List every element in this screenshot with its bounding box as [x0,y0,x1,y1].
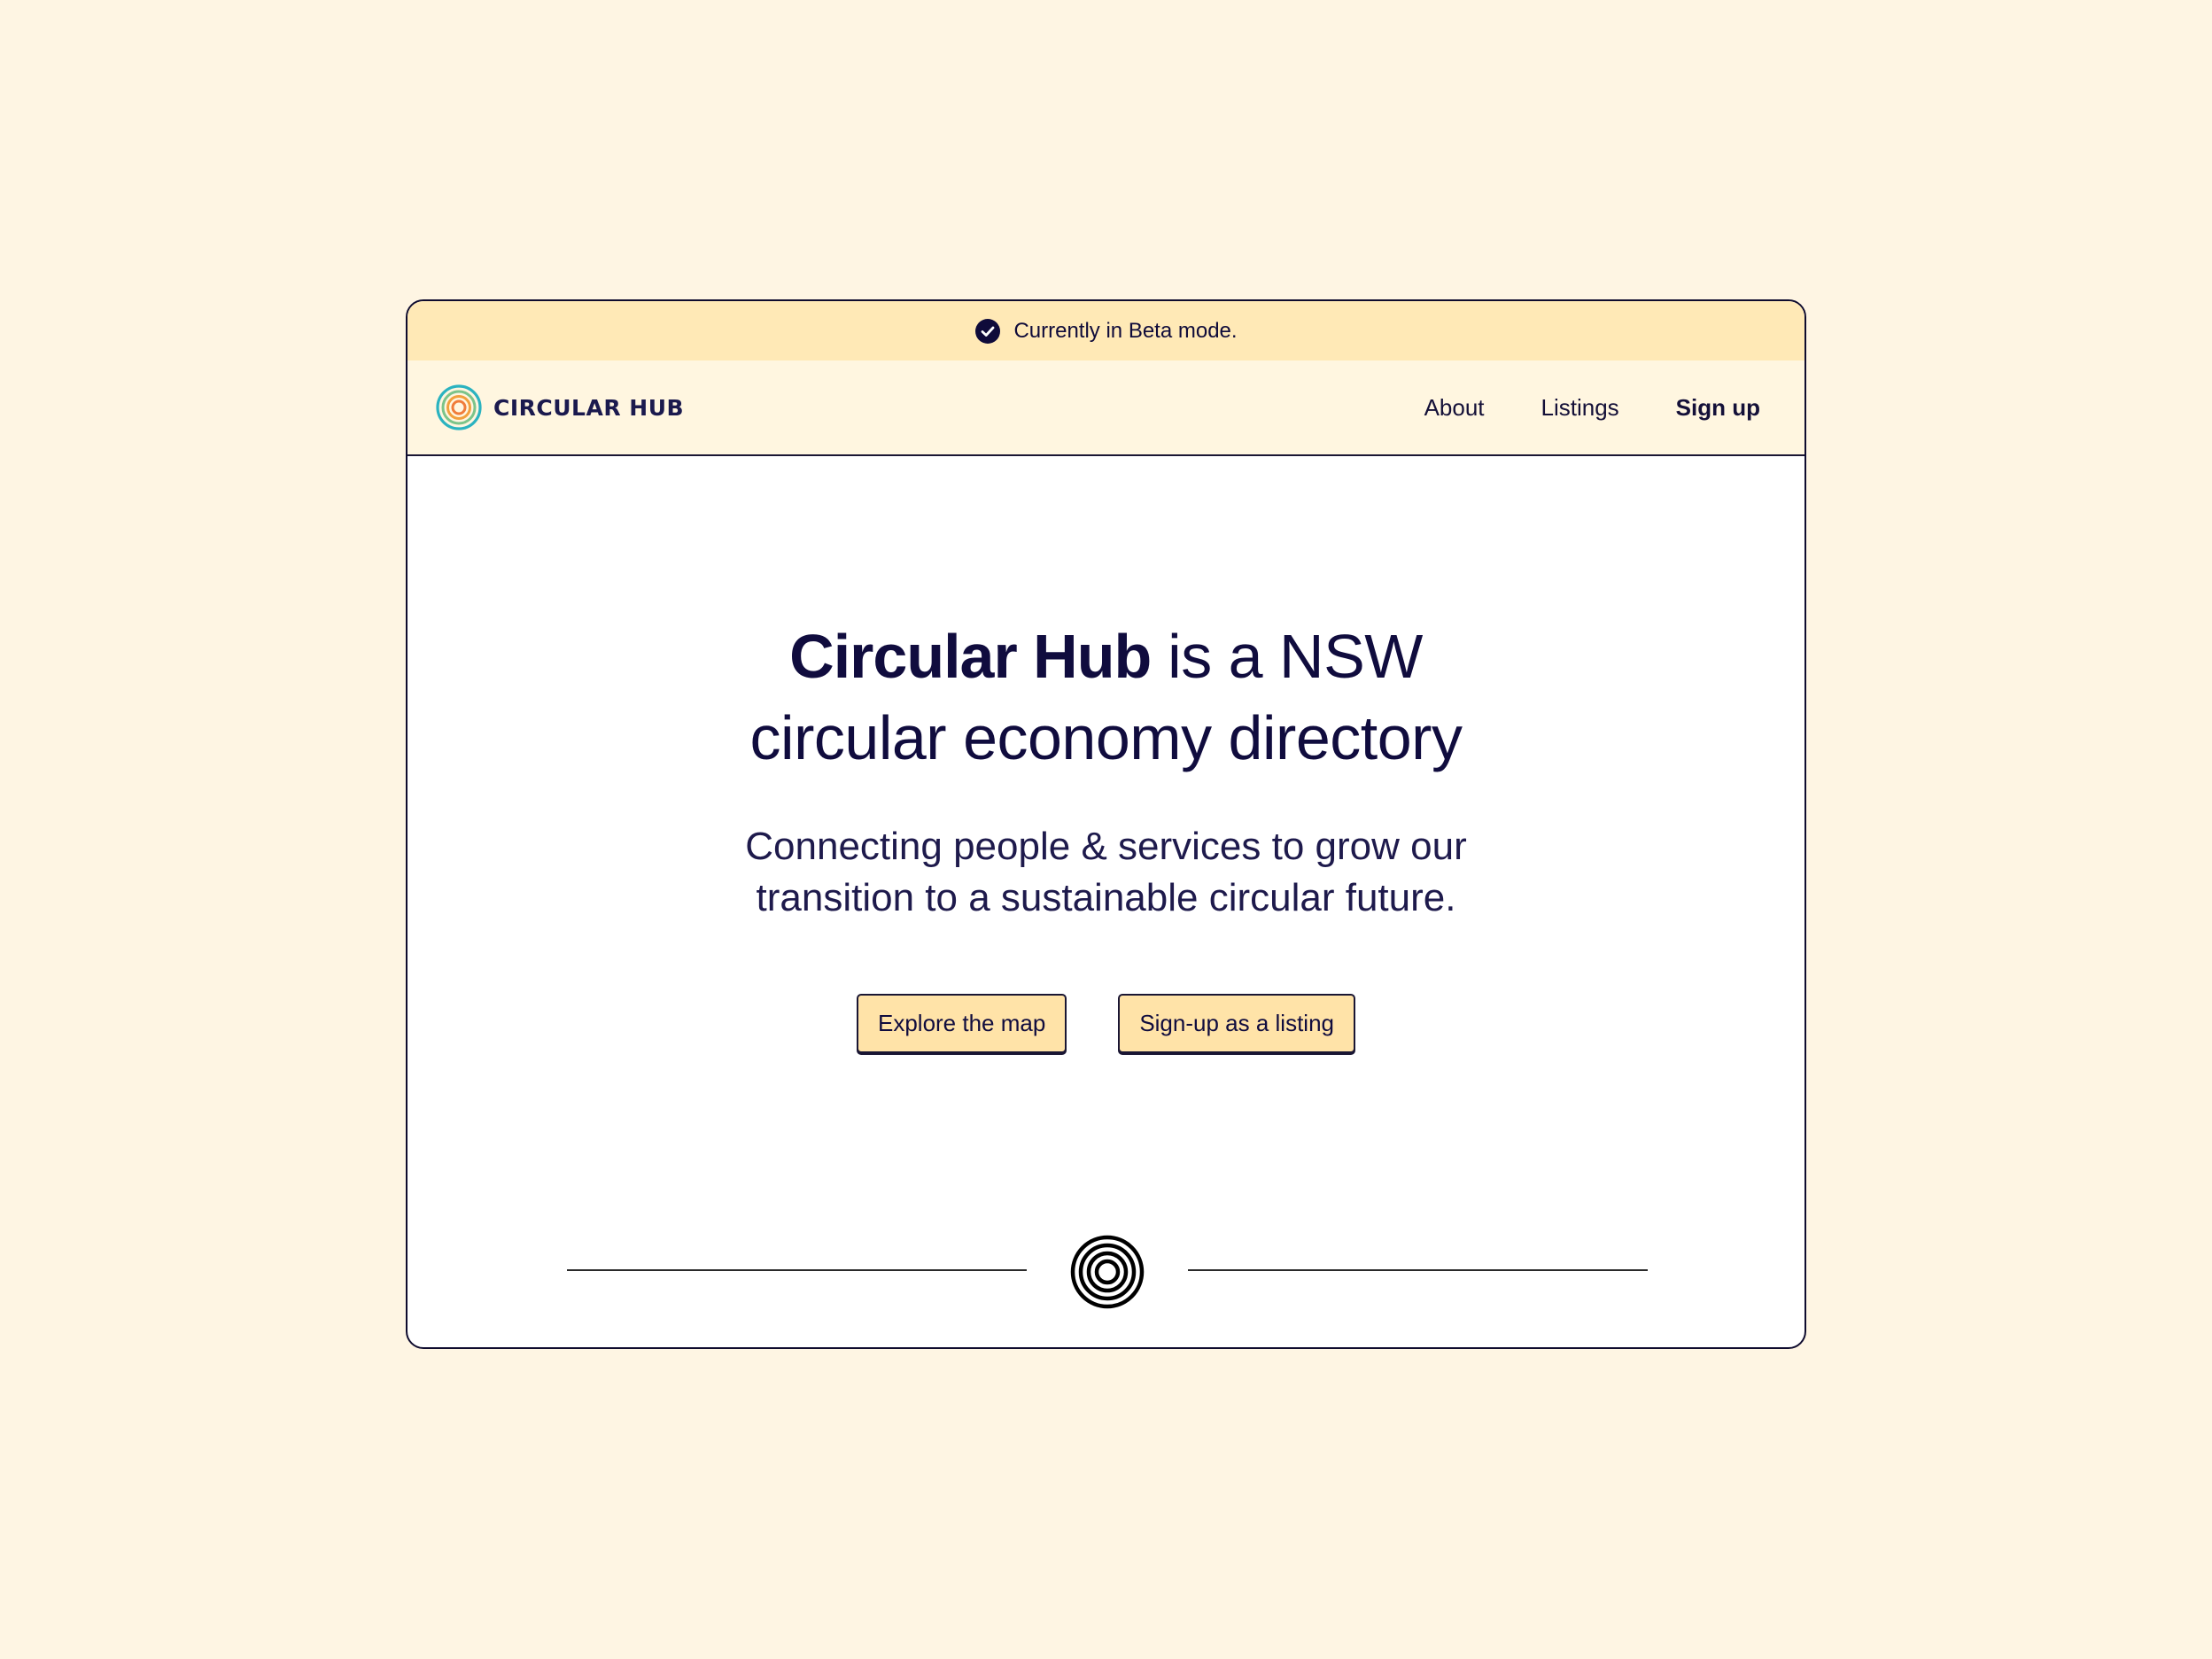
nav-links: About Listings Sign up [1424,394,1760,422]
browser-window: Currently in Beta mode. CIRCULAR HUB Abo… [406,299,1806,1349]
hero-section: Circular Hub is a NSW circular economy d… [407,616,1805,924]
hero-title-line2: circular economy directory [749,703,1463,772]
nav-link-listings[interactable]: Listings [1541,394,1619,422]
beta-banner: Currently in Beta mode. [407,301,1805,360]
divider-line-left [567,1269,1027,1271]
brand-name: CIRCULAR HUB [493,394,685,421]
signup-listing-button[interactable]: Sign-up as a listing [1118,994,1355,1053]
nav-link-about[interactable]: About [1424,394,1485,422]
divider-line-right [1188,1269,1648,1271]
cta-row: Explore the map Sign-up as a listing [407,994,1805,1053]
concentric-circles-icon [1070,1235,1145,1309]
check-circle-icon [974,318,1001,345]
explore-map-button[interactable]: Explore the map [856,994,1067,1053]
hero-title-brand: Circular Hub [789,622,1152,691]
nav-link-sign-up[interactable]: Sign up [1676,394,1760,422]
top-navigation: CIRCULAR HUB About Listings Sign up [407,360,1805,456]
concentric-circles-logo-icon [435,384,483,431]
beta-banner-text: Currently in Beta mode. [1013,318,1238,343]
hero-subtitle: Connecting people & services to grow our… [745,825,1467,919]
brand-home-link[interactable]: CIRCULAR HUB [435,384,684,431]
hero-title-line1-rest: is a NSW [1151,622,1423,691]
hero-title: Circular Hub is a NSW circular economy d… [407,616,1805,779]
